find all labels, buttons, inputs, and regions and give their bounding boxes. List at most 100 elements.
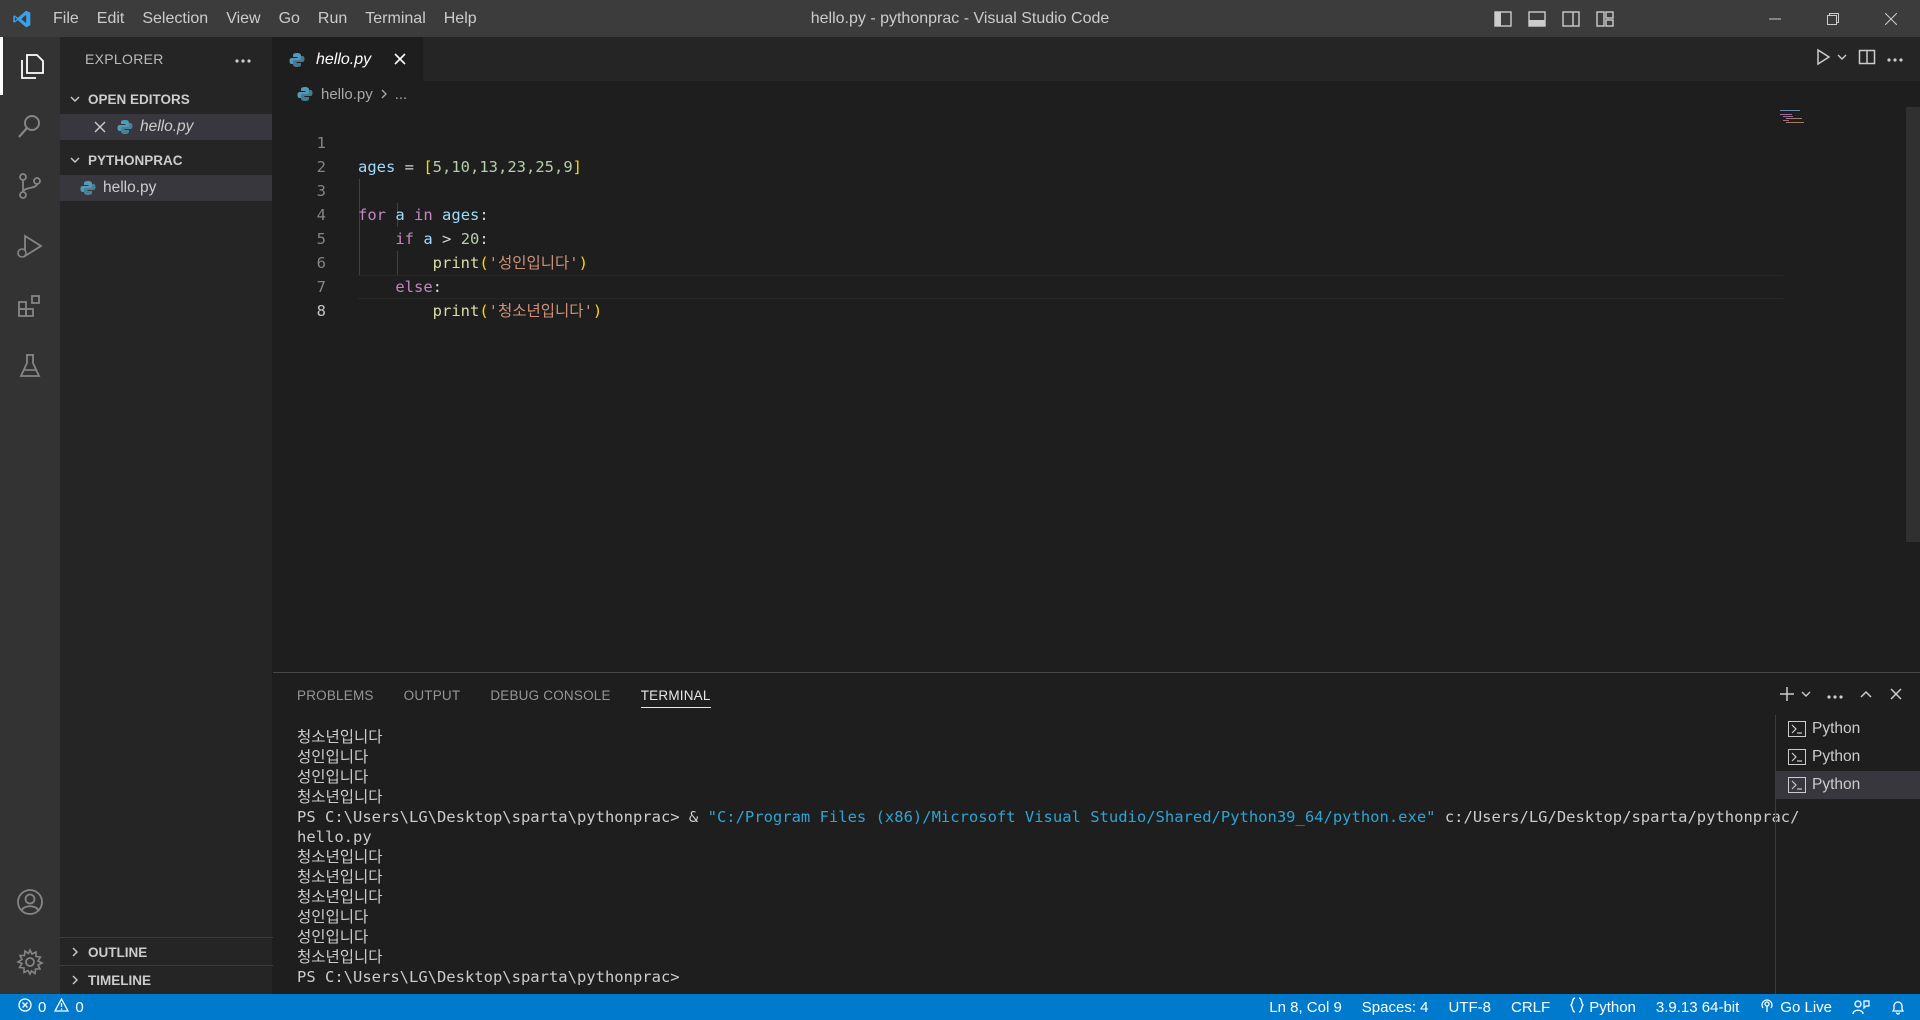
python-interpreter[interactable]: 3.9.13 64-bit: [1656, 999, 1739, 1016]
code-line: 2: [273, 131, 1783, 176]
bottom-panel: PROBLEMS OUTPUT DEBUG CONSOLE TERMINAL 청…: [273, 672, 1920, 995]
code-token: (: [479, 302, 489, 320]
terminal-instance[interactable]: Python: [1776, 771, 1920, 799]
language-mode[interactable]: Python: [1570, 997, 1636, 1017]
maximize-panel-icon[interactable]: [1858, 686, 1874, 707]
cursor-position[interactable]: Ln 8, Col 9: [1269, 999, 1342, 1016]
folder-label: PYTHONPRAC: [88, 152, 183, 168]
chevron-right-icon: [379, 88, 389, 100]
restore-icon[interactable]: [1804, 0, 1862, 37]
split-editor-icon[interactable]: [1858, 48, 1876, 71]
terminal-line: 청소년입니다: [297, 888, 383, 906]
toggle-secondary-sidebar-icon[interactable]: [1556, 4, 1586, 34]
source-control-icon[interactable]: [0, 157, 60, 215]
scrollbar-thumb[interactable]: [1906, 107, 1920, 542]
go-live-button[interactable]: Go Live: [1759, 997, 1832, 1017]
chevron-right-icon: [66, 974, 84, 986]
open-editors-section[interactable]: OPEN EDITORS: [60, 86, 272, 112]
feedback-icon[interactable]: [1852, 999, 1870, 1015]
menu-terminal[interactable]: Terminal: [356, 0, 434, 37]
new-terminal-icon[interactable]: [1778, 685, 1796, 708]
indentation[interactable]: Spaces: 4: [1362, 999, 1429, 1016]
tab-hello-py[interactable]: hello.py: [273, 37, 423, 81]
more-actions-icon[interactable]: [1886, 50, 1904, 68]
customize-layout-icon[interactable]: [1590, 4, 1620, 34]
terminal-instance[interactable]: Python: [1776, 743, 1920, 771]
terminal-line: 성인입니다: [297, 768, 369, 786]
toggle-panel-icon[interactable]: [1522, 4, 1552, 34]
account-icon[interactable]: [0, 873, 60, 931]
tab-terminal[interactable]: TERMINAL: [640, 673, 711, 719]
braces-icon: [1570, 997, 1585, 1017]
timeline-label: TIMELINE: [88, 972, 151, 988]
problems-status[interactable]: 0 0: [0, 997, 84, 1016]
close-panel-icon[interactable]: [1888, 686, 1904, 707]
terminal-icon: [1788, 777, 1806, 793]
menu-help[interactable]: Help: [435, 0, 486, 37]
close-window-icon[interactable]: [1862, 0, 1920, 37]
open-editor-filename: hello.py: [140, 118, 194, 135]
menu-go[interactable]: Go: [270, 0, 309, 37]
code-editor[interactable]: 1 ages = [5,10,13,23,25,9] 2 3 for a in …: [273, 107, 1920, 672]
code-line: 4 if a > 20:: [273, 179, 1783, 248]
minimap[interactable]: [1780, 108, 1820, 128]
run-python-file-icon[interactable]: [1814, 48, 1832, 71]
explorer-icon[interactable]: [0, 37, 60, 95]
terminal-output[interactable]: 청소년입니다 성인입니다 성인입니다 청소년입니다 PS C:\Users\LG…: [297, 727, 1799, 987]
terminal-instance[interactable]: Python: [1776, 715, 1920, 743]
code-token: '청소년입니다': [488, 302, 593, 320]
code-line: 6 else:: [273, 227, 1783, 296]
tab-problems[interactable]: PROBLEMS: [297, 673, 374, 719]
encoding[interactable]: UTF-8: [1449, 999, 1492, 1016]
tab-debug-console[interactable]: DEBUG CONSOLE: [490, 673, 610, 719]
terminal-line: 청소년입니다: [297, 728, 383, 746]
notifications-bell-icon[interactable]: [1890, 999, 1906, 1015]
more-actions-icon[interactable]: [234, 51, 252, 67]
chevron-down-icon[interactable]: [1836, 50, 1848, 68]
breadcrumb-symbols[interactable]: ...: [395, 86, 408, 103]
terminal-line: 성인입니다: [297, 748, 369, 766]
menu-view[interactable]: View: [217, 0, 269, 37]
line-ending[interactable]: CRLF: [1511, 999, 1550, 1016]
editor-scrollbar[interactable]: [1906, 107, 1920, 672]
panel-actions: [1778, 673, 1904, 719]
code-line: 3 for a in ages:: [273, 155, 1783, 224]
toggle-sidebar-icon[interactable]: [1488, 4, 1518, 34]
minimize-icon[interactable]: [1746, 0, 1804, 37]
open-editor-item[interactable]: hello.py: [60, 114, 272, 140]
search-icon[interactable]: [0, 97, 60, 155]
layout-controls: [1488, 0, 1620, 37]
terminal-icon: [1788, 721, 1806, 737]
run-debug-icon[interactable]: [0, 217, 60, 275]
code-line: 8: [273, 275, 1783, 320]
terminal-line: 청소년입니다: [297, 948, 383, 966]
more-actions-icon[interactable]: [1826, 687, 1844, 705]
close-tab-icon[interactable]: [391, 50, 409, 68]
chevron-down-icon[interactable]: [1800, 687, 1812, 705]
explorer-header: EXPLORER: [60, 37, 272, 81]
terminal-command-line: PS C:\Users\LG\Desktop\sparta\pythonprac…: [297, 807, 1799, 827]
testing-icon[interactable]: [0, 337, 60, 395]
vscode-logo-icon: [0, 0, 44, 37]
explorer-title: EXPLORER: [85, 51, 164, 67]
close-icon[interactable]: [93, 120, 109, 134]
warning-count: 0: [75, 998, 84, 1016]
menu-selection[interactable]: Selection: [133, 0, 217, 37]
timeline-section[interactable]: TIMELINE: [60, 965, 273, 994]
file-item-hello-py[interactable]: hello.py: [60, 175, 272, 201]
breadcrumb-file[interactable]: hello.py: [321, 86, 373, 103]
menu-run[interactable]: Run: [309, 0, 356, 37]
tab-output[interactable]: OUTPUT: [404, 673, 461, 719]
code-line: 7 print('청소년입니다'): [273, 251, 1783, 320]
settings-gear-icon[interactable]: [0, 933, 60, 991]
folder-section[interactable]: PYTHONPRAC: [60, 147, 272, 173]
extensions-icon[interactable]: [0, 277, 60, 335]
menu-edit[interactable]: Edit: [88, 0, 134, 37]
code-token: ): [592, 302, 603, 320]
terminal-name: Python: [1812, 776, 1861, 793]
python-file-icon: [297, 86, 313, 102]
terminal-name: Python: [1812, 720, 1861, 737]
menu-file[interactable]: File: [44, 0, 88, 37]
terminal-prompt: PS C:\Users\LG\Desktop\sparta\pythonprac…: [297, 968, 680, 986]
outline-section[interactable]: OUTLINE: [60, 937, 273, 966]
